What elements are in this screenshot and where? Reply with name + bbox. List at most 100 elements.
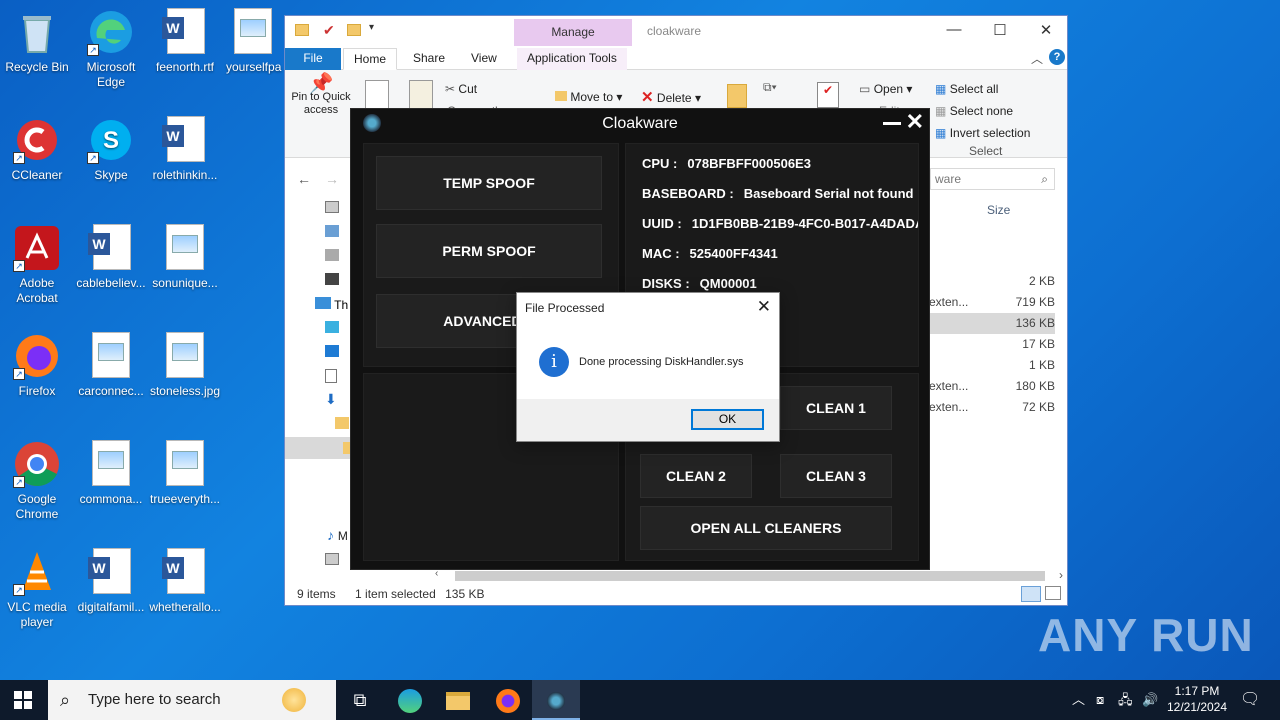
move-to-button[interactable]: Move to ▾ xyxy=(555,90,622,104)
taskbar-search-box[interactable]: ⌕ Type here to search xyxy=(48,680,336,720)
details-view-icon[interactable] xyxy=(1021,586,1041,602)
tab-application-tools[interactable]: Application Tools xyxy=(517,48,627,70)
ok-button[interactable]: OK xyxy=(691,409,764,430)
file-row[interactable]: exten... 180 KB xyxy=(925,376,1055,397)
search-input[interactable]: ware ⌕ xyxy=(930,168,1055,190)
desktop-icon-adobe-acrobat[interactable]: ↗ Adobe Acrobat xyxy=(0,224,74,306)
help-icon[interactable]: ? xyxy=(1049,49,1065,65)
desktop-icon-trueeveryth[interactable]: trueeveryth... xyxy=(148,440,222,507)
select-none-button[interactable]: ▦ Select none xyxy=(935,104,1013,118)
clock-time: 1:17 PM xyxy=(1174,684,1220,698)
nav-selected-folder[interactable] xyxy=(285,437,351,459)
dialog-close-icon[interactable]: ✕ xyxy=(757,297,771,317)
nav-videos-icon[interactable] xyxy=(325,273,339,285)
nav-desktop-icon[interactable] xyxy=(325,345,339,357)
desktop-icon-firefox[interactable]: ↗ Firefox xyxy=(0,332,74,399)
desktop-icon-google-chrome[interactable]: ↗ Google Chrome xyxy=(0,440,74,522)
paste-icon[interactable] xyxy=(409,80,433,110)
taskbar-cloakware-icon[interactable] xyxy=(532,680,580,720)
nav-3d-objects-icon[interactable] xyxy=(325,321,339,333)
back-arrow-icon[interactable]: ← xyxy=(297,171,311,187)
desktop-icon-whetherallo[interactable]: W whetherallo... xyxy=(148,548,222,615)
desktop-icon-rolethinkin[interactable]: W rolethinkin... xyxy=(148,116,222,183)
notifications-icon[interactable]: 🗨 xyxy=(1240,680,1260,720)
desktop-icon-stoneless[interactable]: stoneless.jpg xyxy=(148,332,222,399)
nav-folder-icon[interactable] xyxy=(335,417,349,429)
desktop-icon-skype[interactable]: S ↗ Skype xyxy=(74,116,148,183)
nav-item-icon[interactable] xyxy=(325,225,339,237)
desktop-icon-vlc[interactable]: ↗ VLC media player xyxy=(0,548,74,630)
scroll-right-icon[interactable]: › xyxy=(1059,568,1063,582)
nav-music[interactable]: ♪ M xyxy=(327,527,348,543)
file-row[interactable]: 136 KB xyxy=(925,313,1055,334)
clean-1-button[interactable]: CLEAN 1 xyxy=(780,386,892,430)
delete-button[interactable]: ✕ Delete ▾ xyxy=(641,88,701,106)
file-row[interactable]: 1 KB xyxy=(925,355,1055,376)
minimize-icon[interactable] xyxy=(883,122,901,125)
perm-spoof-button[interactable]: PERM SPOOF xyxy=(376,224,602,278)
desktop-icon-yourselfpa[interactable]: yourselfpa xyxy=(222,8,284,75)
desktop-icon-digitalfamil[interactable]: W digitalfamil... xyxy=(74,548,148,615)
desktop-icon-commona[interactable]: commona... xyxy=(74,440,148,507)
desktop-icon-ccleaner[interactable]: ↗ CCleaner xyxy=(0,116,74,183)
nav-pictures-icon[interactable] xyxy=(325,201,339,213)
large-icons-view-icon[interactable] xyxy=(1045,586,1061,600)
close-button[interactable]: ✕ xyxy=(1031,21,1061,39)
open-button[interactable]: ▭ Open ▾ xyxy=(859,82,912,96)
desktop-icon-feenorth[interactable]: W feenorth.rtf xyxy=(148,8,222,75)
column-header-size[interactable]: Size xyxy=(987,203,1010,217)
properties-icon[interactable]: ✔ xyxy=(323,22,335,39)
tab-file[interactable]: File xyxy=(285,48,341,70)
forward-arrow-icon[interactable]: → xyxy=(325,171,339,187)
taskbar-edge-icon[interactable] xyxy=(386,680,434,720)
new-folder-icon[interactable] xyxy=(347,24,361,36)
desktop-icon-sonunique[interactable]: sonunique... xyxy=(148,224,222,291)
tab-manage[interactable]: Manage xyxy=(514,19,632,46)
new-folder-button[interactable] xyxy=(727,84,747,108)
tab-share[interactable]: Share xyxy=(403,48,455,70)
volume-icon[interactable]: 🔊 xyxy=(1142,680,1158,720)
network-icon[interactable]: ⧇ xyxy=(1096,680,1104,720)
nav-documents-icon[interactable] xyxy=(325,369,337,383)
pin-quick-access-button[interactable]: 📌 Pin to Quick access xyxy=(291,74,351,117)
desktop-icon-cablebeliev[interactable]: W cablebeliev... xyxy=(74,224,148,291)
file-row[interactable]: 2 KB xyxy=(925,271,1055,292)
temp-spoof-button[interactable]: TEMP SPOOF xyxy=(376,156,602,210)
taskbar-firefox-icon[interactable] xyxy=(484,680,532,720)
close-icon[interactable]: ✕ xyxy=(906,109,924,135)
nav-downloads-icon[interactable]: ⬇ xyxy=(325,391,337,408)
file-type-cell: exten... xyxy=(929,295,969,309)
select-all-button[interactable]: ▦ Select all xyxy=(935,82,998,96)
desktop-icon-carconnec[interactable]: carconnec... xyxy=(74,332,148,399)
minimize-button[interactable]: — xyxy=(939,21,969,38)
maximize-button[interactable]: ☐ xyxy=(985,21,1015,39)
ethernet-icon[interactable]: 🖧 xyxy=(1118,680,1133,720)
clean-2-button[interactable]: CLEAN 2 xyxy=(640,454,752,498)
tab-view[interactable]: View xyxy=(461,48,507,70)
horizontal-scrollbar[interactable]: ‹ › xyxy=(435,568,1067,583)
nav-pictures-icon[interactable] xyxy=(325,553,339,565)
nav-this-pc[interactable]: Th xyxy=(315,297,348,312)
show-hidden-icons-icon[interactable]: ︿ xyxy=(1072,680,1085,720)
collapse-ribbon-icon[interactable]: ︿ xyxy=(1031,50,1043,67)
invert-selection-button[interactable]: ▦ Invert selection xyxy=(935,126,1030,140)
taskbar-file-explorer-icon[interactable] xyxy=(434,680,482,720)
copy-icon[interactable] xyxy=(365,80,389,110)
desktop-icon-edge[interactable]: ↗ Microsoft Edge xyxy=(74,8,148,90)
properties-button[interactable]: ✔ xyxy=(817,82,839,108)
start-button[interactable] xyxy=(14,691,32,709)
open-all-cleaners-button[interactable]: OPEN ALL CLEANERS xyxy=(640,506,892,550)
nav-item-icon[interactable] xyxy=(325,249,339,261)
taskbar-clock[interactable]: 1:17 PM 12/21/2024 xyxy=(1160,683,1234,715)
cut-button[interactable]: ✂ Cut xyxy=(445,82,477,96)
desktop-icon-recycle-bin[interactable]: Recycle Bin xyxy=(0,8,74,75)
file-row[interactable]: 17 KB xyxy=(925,334,1055,355)
scrollbar-thumb[interactable] xyxy=(455,571,1045,581)
quick-access-dropdown-icon[interactable]: ▾ xyxy=(369,22,374,33)
file-row[interactable]: exten... 72 KB xyxy=(925,397,1055,418)
task-view-icon[interactable]: ⧉ xyxy=(336,680,384,720)
tab-home[interactable]: Home xyxy=(343,48,398,70)
new-item-icon[interactable]: ⧉▾ xyxy=(763,80,777,95)
clean-3-button[interactable]: CLEAN 3 xyxy=(780,454,892,498)
file-row[interactable]: exten... 719 KB xyxy=(925,292,1055,313)
